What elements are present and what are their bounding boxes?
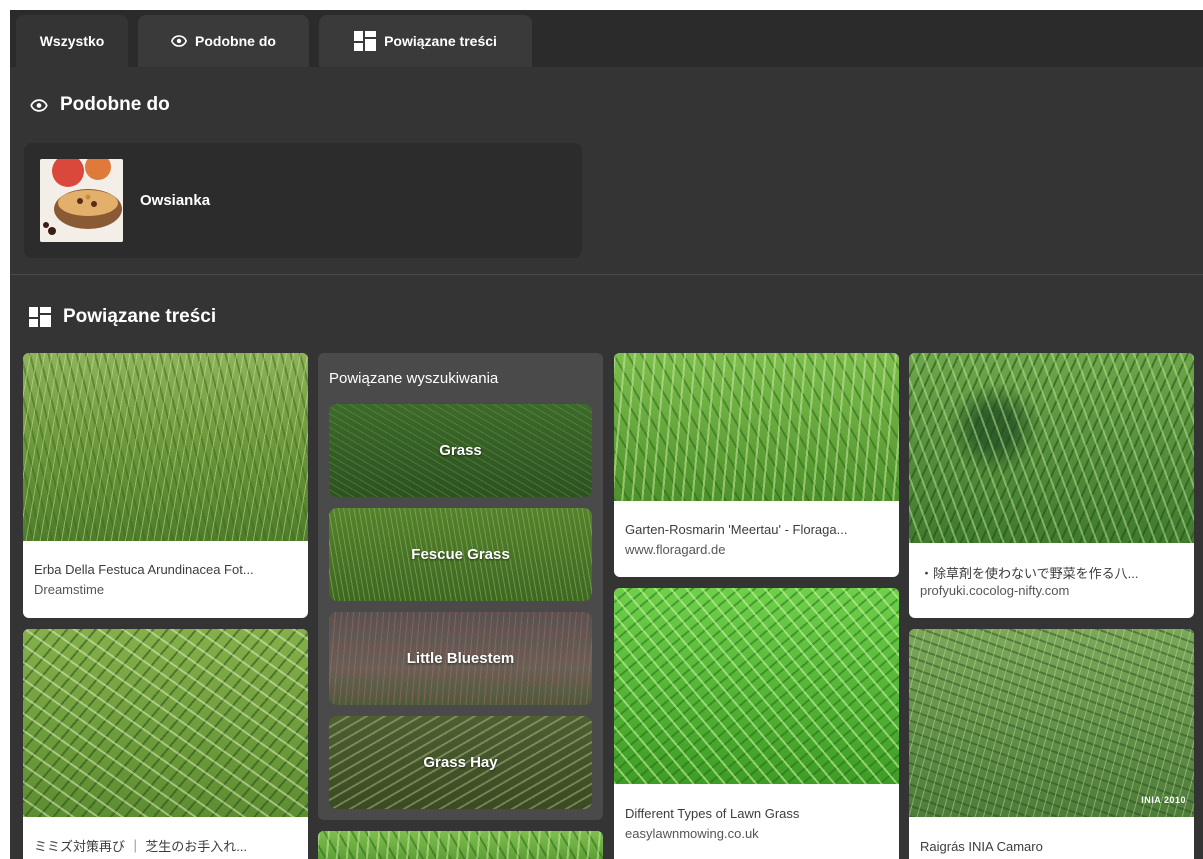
grass-image (614, 353, 899, 501)
grass-image (909, 629, 1194, 817)
card-source: profyuki.cocolog-nifty.com (920, 583, 1070, 598)
content-panel: Wszystko Podobne do Powiązane treści Pod… (10, 10, 1203, 859)
tab-all[interactable]: Wszystko (16, 15, 128, 67)
related-search-label: Fescue Grass (411, 546, 510, 563)
related-heading: Powiązane treści (29, 306, 216, 328)
grass-image (23, 629, 308, 817)
grass-image (318, 831, 603, 859)
result-card[interactable]: ・除草剤を使わないで野菜を作る八... profyuki.cocolog-nif… (909, 353, 1194, 618)
tab-similar[interactable]: Podobne do (138, 15, 309, 67)
card-caption: Different Types of Lawn Grass (625, 806, 800, 821)
card-caption: Garten-Rosmarin 'Meertau' - Floraga... (625, 522, 848, 537)
similar-heading: Podobne do (30, 94, 170, 116)
card-caption: Raigrás INIA Camaro (920, 839, 1043, 854)
related-search-little-bluestem[interactable]: Little Bluestem (329, 612, 592, 705)
tab-bar: Wszystko Podobne do Powiązane treści (10, 10, 1203, 67)
grass-image (614, 588, 899, 784)
related-search-grass[interactable]: Grass (329, 404, 592, 497)
result-card[interactable]: Different Types of Lawn Grass easylawnmo… (614, 588, 899, 859)
card-caption: ミミズ対策再び ｜ 芝生のお手入れ... (34, 839, 248, 854)
related-search-label: Little Bluestem (406, 650, 515, 667)
tab-related[interactable]: Powiązane treści (319, 15, 532, 67)
grass-image (909, 353, 1194, 543)
similar-item-card[interactable]: Owsianka (24, 143, 582, 258)
related-searches-title: Powiązane wyszukiwania (329, 370, 499, 387)
grid-icon (354, 31, 377, 51)
related-search-label: Grass (439, 442, 482, 459)
tab-related-label: Powiązane treści (384, 33, 497, 49)
card-caption: Erba Della Festuca Arundinacea Fot... (34, 562, 254, 577)
card-source: easylawnmowing.co.uk (625, 826, 759, 841)
result-card[interactable]: Erba Della Festuca Arundinacea Fot... Dr… (23, 353, 308, 618)
related-search-fescue-grass[interactable]: Fescue Grass (329, 508, 592, 601)
tab-all-label: Wszystko (39, 33, 105, 49)
related-search-label: Grass Hay (423, 754, 498, 771)
eye-icon (171, 35, 188, 47)
section-divider (10, 274, 1203, 275)
card-source: Dreamstime (34, 582, 105, 597)
similar-item-label: Owsianka (140, 192, 211, 209)
image-watermark: INIA 2010 (1141, 795, 1186, 805)
result-card[interactable] (318, 831, 603, 859)
result-card[interactable]: INIA 2010 Raigrás INIA Camaro (909, 629, 1194, 859)
result-card[interactable]: ミミズ対策再び ｜ 芝生のお手入れ... (23, 629, 308, 859)
related-search-grass-hay[interactable]: Grass Hay (329, 716, 592, 809)
grass-image (23, 353, 308, 541)
card-caption: ・除草剤を使わないで野菜を作る八... (920, 566, 1139, 581)
oatmeal-thumbnail (40, 159, 123, 242)
related-heading-text: Powiązane treści (63, 306, 217, 327)
eye-icon (30, 98, 48, 112)
tab-similar-label: Podobne do (195, 33, 276, 49)
grid-icon (29, 307, 51, 327)
related-searches: Powiązane wyszukiwania Grass Fescue Gras… (318, 353, 603, 820)
card-source: www.floragard.de (625, 542, 726, 557)
result-card[interactable]: Garten-Rosmarin 'Meertau' - Floraga... w… (614, 353, 899, 577)
similar-heading-text: Podobne do (60, 94, 170, 115)
